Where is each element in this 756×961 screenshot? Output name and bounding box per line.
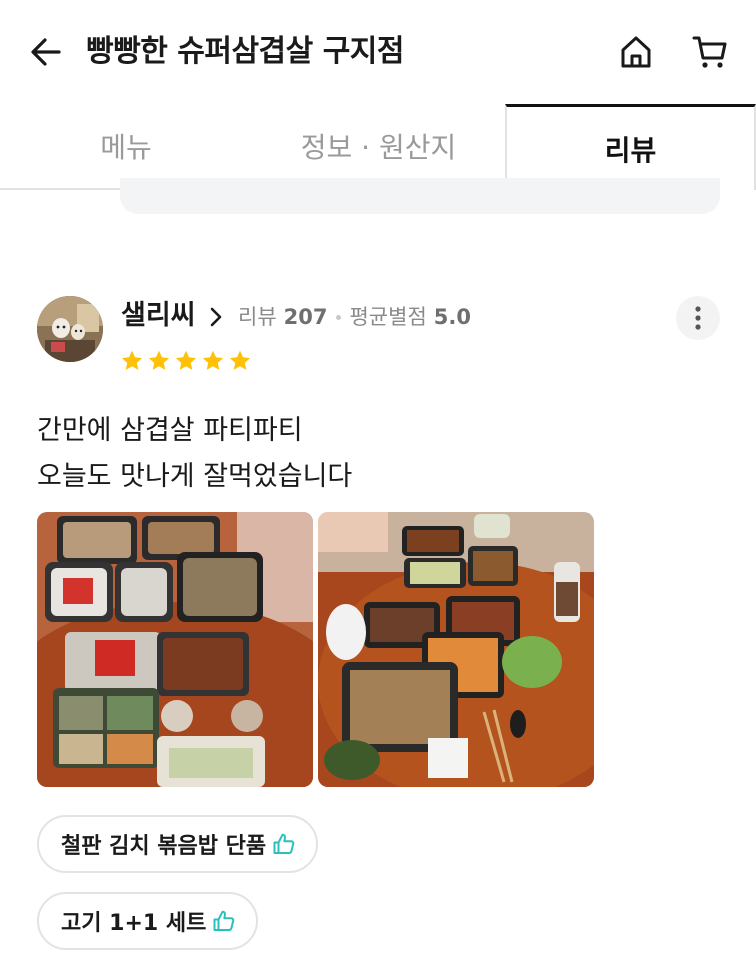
cart-icon <box>692 36 727 68</box>
avatar-image <box>37 296 103 362</box>
reviewer-nickname[interactable]: 샐리씨 <box>121 296 196 336</box>
previous-section-edge <box>120 178 720 214</box>
star-icon <box>202 350 224 370</box>
review-count: 207 <box>283 305 328 329</box>
thumbs-up-icon <box>273 833 295 854</box>
review-body: 간만에 삼겹살 파티파티 오늘도 맛나게 잘먹었습니다 <box>37 408 352 500</box>
reviewer-stats: 리뷰 207 평균별점 5.0 <box>238 301 471 333</box>
avatar[interactable] <box>37 296 103 362</box>
review-text-line: 오늘도 맛나게 잘먹었습니다 <box>37 461 353 492</box>
food-photo-image <box>37 512 313 787</box>
review-count-label: 리뷰 <box>238 305 277 329</box>
rating-stars <box>120 349 252 373</box>
thumbs-up-icon <box>213 910 235 931</box>
home-button[interactable] <box>615 31 657 73</box>
avg-rating: 5.0 <box>433 305 471 329</box>
review-photo[interactable] <box>318 512 594 787</box>
arrow-left-icon <box>31 38 61 66</box>
star-icon <box>229 350 251 370</box>
star-icon <box>148 350 170 370</box>
separator-dot <box>336 314 342 320</box>
back-button[interactable] <box>26 32 66 72</box>
food-photo-image <box>318 512 594 787</box>
chevron-right-icon[interactable] <box>206 305 226 329</box>
store-title: 빵빵한 슈퍼삼겹살 구지점 <box>86 34 405 69</box>
cart-button[interactable] <box>688 31 732 73</box>
review-text-line: 간만에 삼겹살 파티파티 <box>37 415 303 446</box>
review-photo[interactable] <box>37 512 313 787</box>
menu-tag-label: 고기 1+1 세트 <box>61 911 207 936</box>
avg-rating-label: 평균별점 <box>349 305 427 329</box>
app-header: 빵빵한 슈퍼삼겹살 구지점 <box>0 0 756 104</box>
star-icon <box>175 350 197 370</box>
menu-tag-chip[interactable]: 철판 김치 볶음밥 단품 <box>37 815 319 873</box>
menu-tag-label: 철판 김치 볶음밥 단품 <box>61 834 267 859</box>
home-icon <box>621 36 651 68</box>
menu-tag-chip[interactable]: 고기 1+1 세트 <box>37 892 259 950</box>
more-options-button[interactable] <box>676 296 720 340</box>
star-icon <box>121 350 143 370</box>
more-vertical-icon <box>695 306 701 330</box>
